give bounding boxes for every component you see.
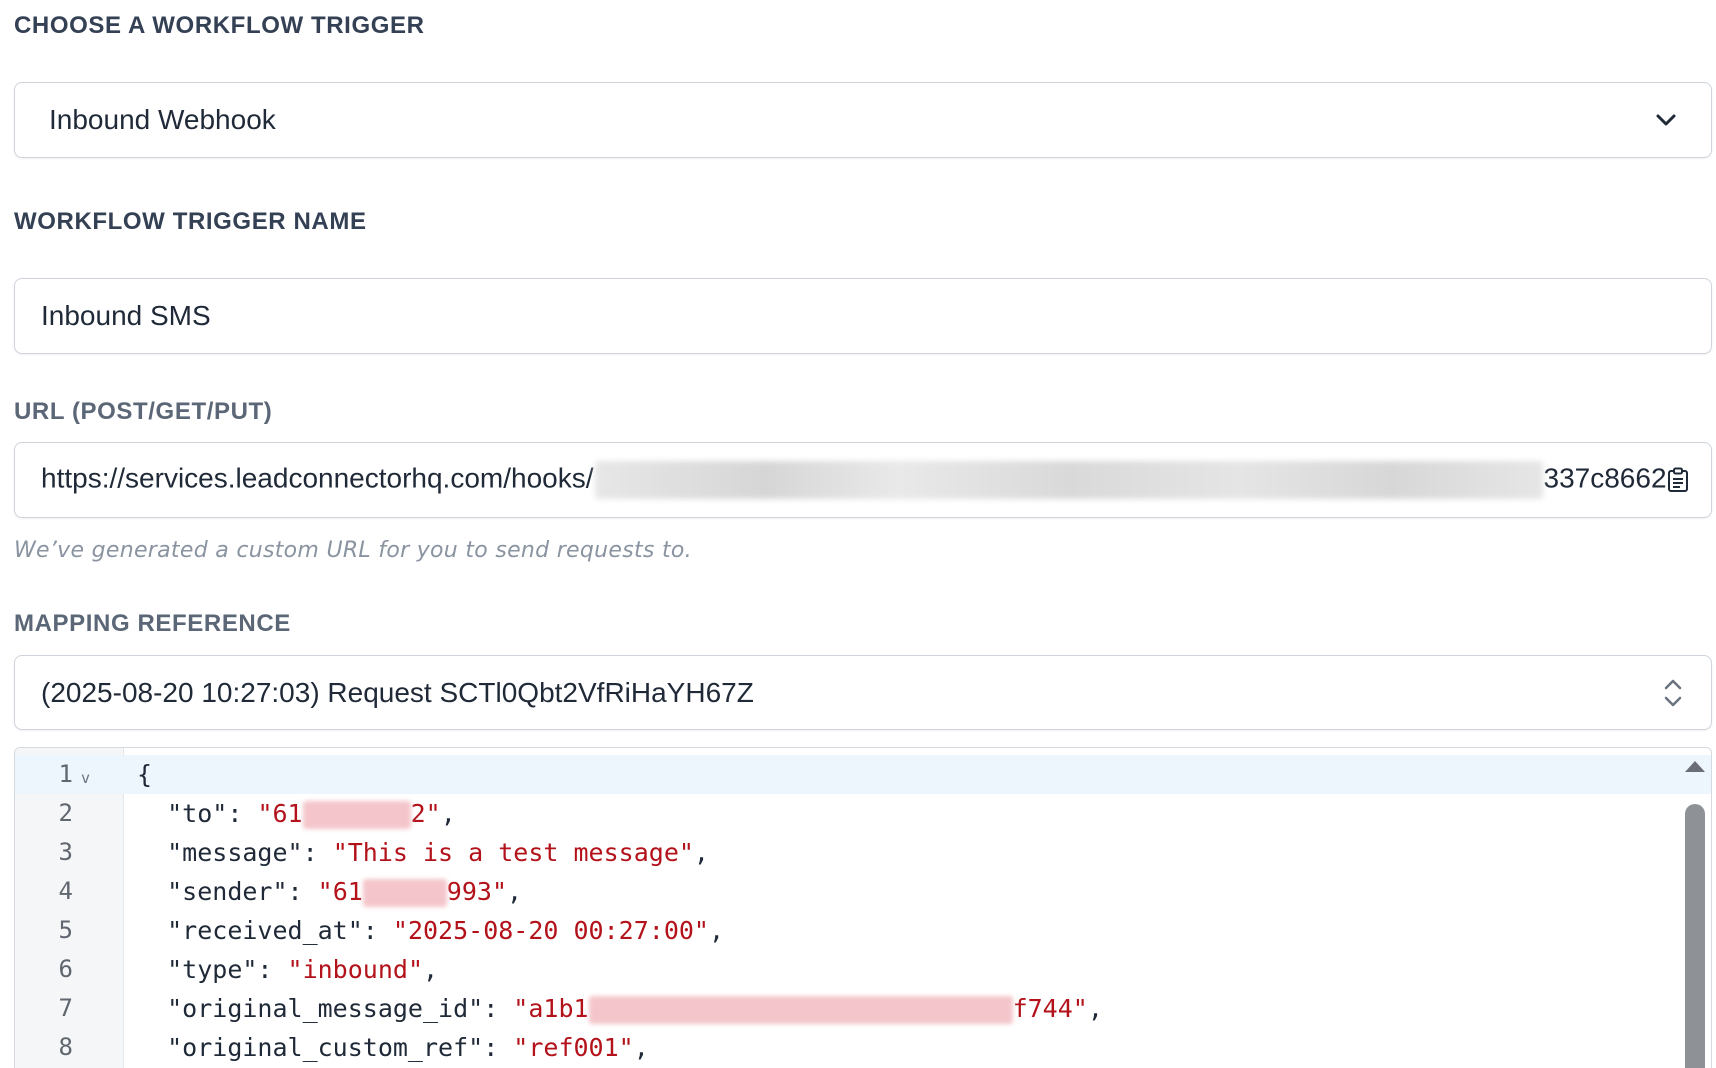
code-text: "type": "inbound", [167,955,439,984]
code-text: "received_at": "2025-08-20 00:27:00", [167,916,725,945]
line-number: 5 [58,916,73,944]
trigger-name-value: Inbound SMS [41,300,211,331]
sort-updown-icon [1664,679,1682,706]
url-redacted [594,461,1543,499]
json-key: "message" [167,838,303,867]
code-text: "message": "This is a test message", [167,838,709,867]
url-prefix: https://services.leadconnectorhq.com/hoo… [41,462,594,494]
mapping-select[interactable]: (2025-08-20 10:27:03) Request SCTl0Qbt2V… [14,655,1712,730]
json-value: "This is a test message" [332,838,694,867]
code-line: 8 "original_custom_ref": "ref001", [15,1028,1711,1067]
json-key: "to" [167,799,228,828]
code-line: 4 "sender": "61 993", [15,872,1711,911]
fold-arrow-icon[interactable]: v [81,759,90,798]
code-line: 7 "original_message_id": "a1b1 f744", [15,989,1711,1028]
redacted-block [588,996,1013,1024]
webhook-url-field[interactable]: https://services.leadconnectorhq.com/hoo… [14,442,1712,518]
trigger-label: CHOOSE A WORKFLOW TRIGGER [14,12,425,39]
code-text: { [137,760,153,789]
code-line: 2 "to": "61 2", [15,794,1711,833]
webhook-url-value: https://services.leadconnectorhq.com/hoo… [41,461,1667,499]
line-number: 7 [58,994,73,1022]
trigger-select-value: Inbound Webhook [49,104,276,135]
json-value-end: f744" [1012,994,1088,1023]
trigger-name-label: WORKFLOW TRIGGER NAME [14,208,367,235]
json-key: "received_at" [167,916,363,945]
code-text: "sender": "61 993", [167,877,523,907]
line-number: 4 [58,877,73,905]
line-number: 6 [58,955,73,983]
code-text: "original_message_id": "a1b1 f744", [167,994,1103,1024]
trigger-select[interactable]: Inbound Webhook [14,82,1712,158]
clipboard-icon[interactable] [1667,467,1689,493]
json-value-start: "61 [317,877,363,906]
code-line: 6 "type": "inbound", [15,950,1711,989]
code-line: 5 "received_at": "2025-08-20 00:27:00", [15,911,1711,950]
workflow-trigger-form: CHOOSE A WORKFLOW TRIGGER Inbound Webhoo… [0,0,1716,1068]
json-value: "inbound" [287,955,423,984]
json-value-start: "a1b1 [513,994,589,1023]
code-text: "original_custom_ref": "ref001", [167,1033,649,1062]
url-label: URL (POST/GET/PUT) [14,398,273,425]
code-text: "to": "61 2", [167,799,456,829]
line-number: 3 [58,838,73,866]
url-hint: We’ve generated a custom URL for you to … [14,538,692,563]
json-value-end: 2" [410,799,441,828]
editor-scrollbar[interactable] [1683,758,1707,1068]
json-code-editor[interactable]: 1 v { 2 "to": "61 2", 3 "message": "This … [14,747,1712,1068]
json-key: "sender" [167,877,288,906]
code-line: 1 v { [15,755,1711,794]
json-key: "type" [167,955,258,984]
json-value: "2025-08-20 00:27:00" [392,916,709,945]
json-value-start: "61 [257,799,303,828]
line-number: 8 [58,1033,73,1061]
redacted-block [362,879,447,907]
json-key: "original_custom_ref" [167,1033,484,1062]
scroll-up-arrow-icon[interactable] [1683,758,1707,776]
json-value: "ref001" [513,1033,634,1062]
mapping-label: MAPPING REFERENCE [14,610,291,637]
mapping-select-value: (2025-08-20 10:27:03) Request SCTl0Qbt2V… [41,676,754,708]
chevron-down-icon [1656,114,1676,126]
json-value-end: 993" [446,877,508,906]
json-key: "original_message_id" [167,994,484,1023]
code-line: 3 "message": "This is a test message", [15,833,1711,872]
line-number: 1 [58,760,73,788]
redacted-block [302,801,411,829]
trigger-name-input[interactable]: Inbound SMS [14,278,1712,354]
line-number: 2 [58,799,73,827]
url-suffix: 337c8662 [1543,462,1667,494]
scrollbar-thumb[interactable] [1685,804,1705,1068]
